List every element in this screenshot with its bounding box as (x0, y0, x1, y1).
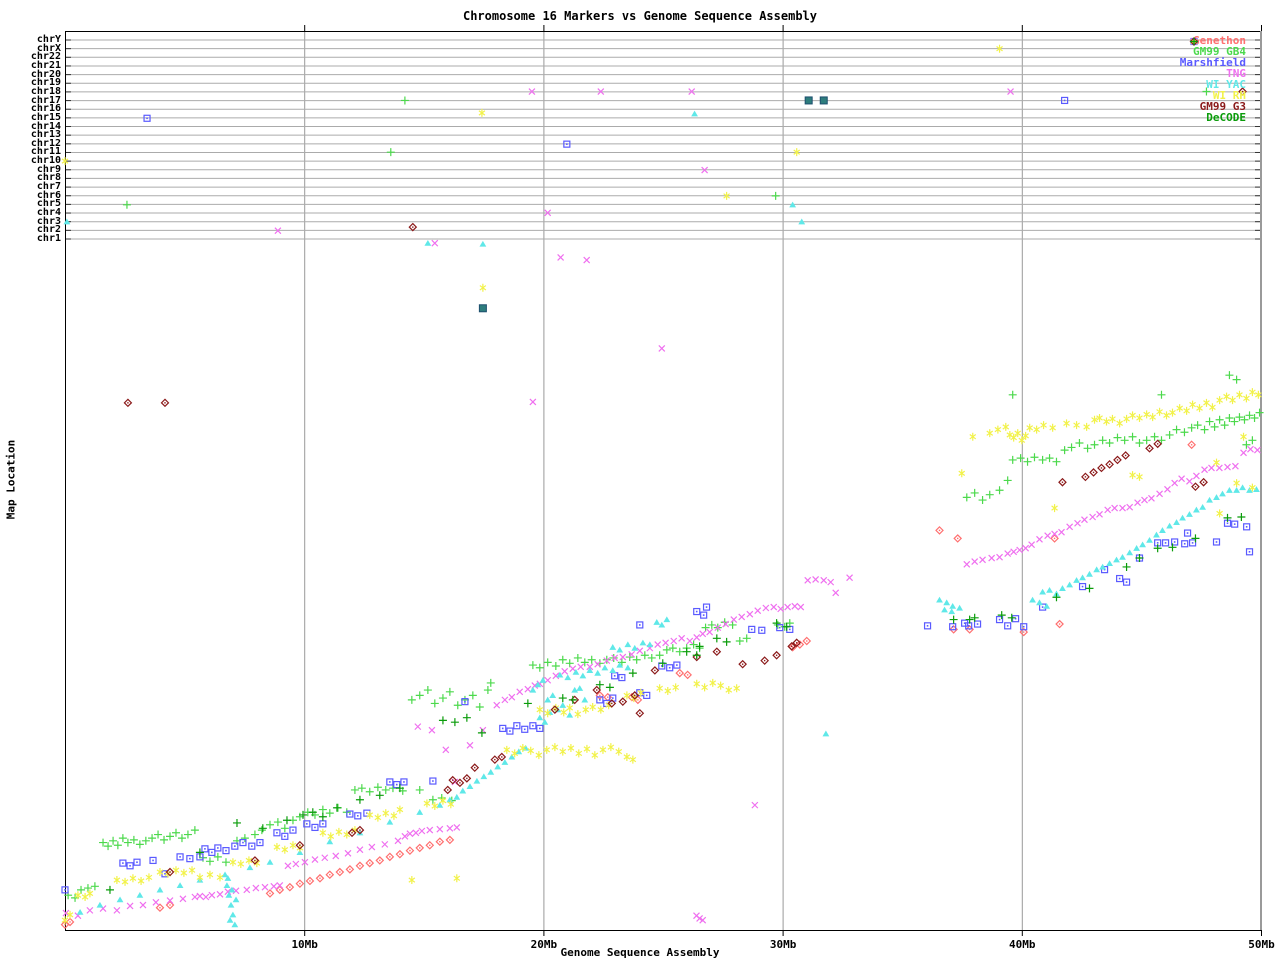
series-wi-rh (62, 45, 1261, 924)
series-tng (63, 89, 1260, 924)
legend-row-decode: DeCODE (1180, 112, 1246, 123)
chromosome-label-chr1: chr1 (1, 234, 61, 244)
chromosome-dotplot: Chromosome 16 Markers vs Genome Sequence… (0, 0, 1280, 960)
legend-marker-icon (1180, 36, 1202, 47)
legend-label: DeCODE (1206, 113, 1246, 123)
series-wi-yac (64, 111, 1260, 928)
plot-area (0, 0, 1280, 960)
series-gm99-g3 (124, 88, 1246, 876)
legend: GenethonGM99 GB4MarshfieldTNGWI YACWI RH… (1180, 36, 1246, 123)
series-marshfield (62, 97, 1253, 892)
series-genethon (62, 441, 1196, 928)
series-decode (106, 513, 1245, 894)
series-gm99-gb4 (64, 88, 1263, 902)
x-axis-label: Genome Sequence Assembly (0, 946, 1280, 959)
